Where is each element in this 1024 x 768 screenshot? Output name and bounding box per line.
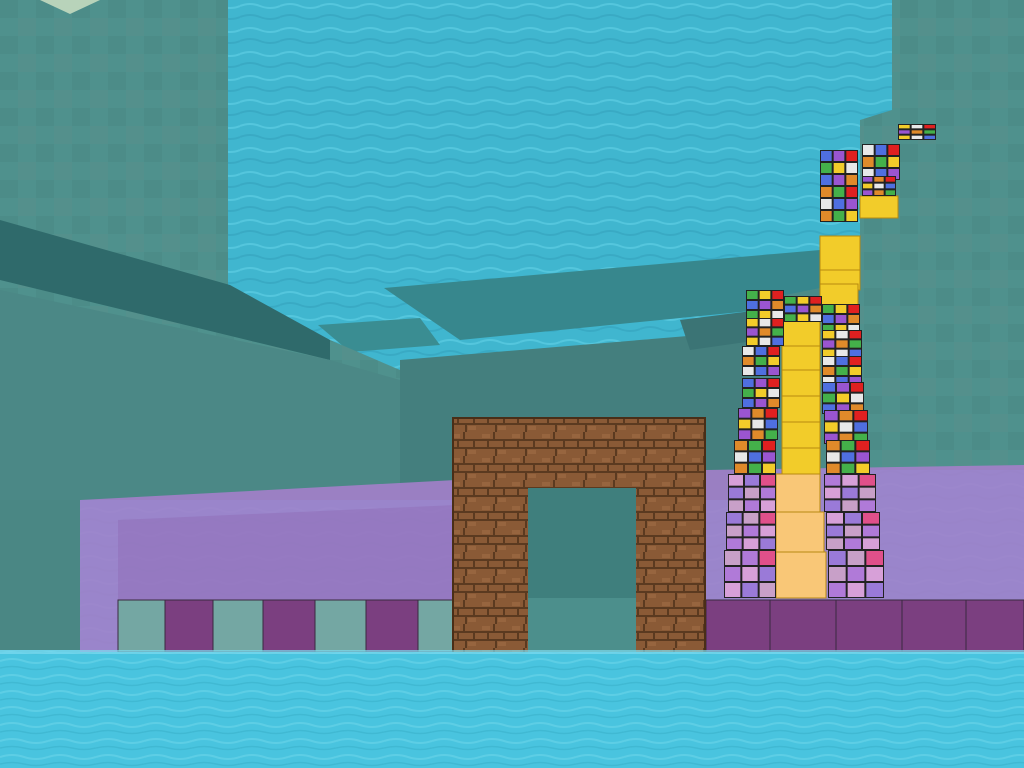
rubik-cube (784, 296, 822, 322)
gold-block (781, 317, 821, 349)
block-purple (705, 599, 771, 653)
rubik-cube (826, 512, 880, 550)
block-purple (835, 599, 903, 653)
rubik-cube (822, 356, 862, 386)
gold-block (775, 473, 821, 513)
dirt-portal-frame (452, 417, 706, 657)
rubik-cube (862, 176, 896, 196)
rubik-cube (824, 474, 876, 512)
rubik-cube (742, 346, 780, 376)
rubik-cube (828, 550, 884, 598)
block-purple (262, 599, 316, 653)
rubik-cube (724, 550, 776, 598)
gold-block (819, 283, 859, 307)
rubik-cube (728, 474, 776, 512)
rubik-cube (820, 186, 858, 222)
gold-block (859, 195, 899, 219)
gold-block (781, 369, 821, 397)
rubik-cube (824, 410, 868, 444)
gold-block (775, 511, 825, 553)
block-prismarine (314, 599, 367, 653)
rubik-cube (738, 408, 778, 440)
purple-glass-inner (118, 505, 456, 604)
rubik-cube (826, 440, 870, 474)
gold-block (819, 235, 861, 271)
world-view (0, 0, 1024, 768)
rubik-cube (898, 124, 936, 140)
rubik-cube (862, 144, 900, 180)
block-purple (901, 599, 967, 653)
gold-block (781, 447, 821, 475)
block-purple (365, 599, 419, 653)
rubik-cube (820, 150, 858, 186)
gold-block (775, 551, 827, 599)
rubik-cube (746, 290, 784, 320)
left-wall-pillar (0, 500, 80, 650)
rubik-cube (742, 378, 780, 408)
gold-block (781, 345, 821, 371)
block-prismarine (117, 599, 166, 653)
water-surface-edge (0, 650, 1024, 654)
rubik-cube (822, 382, 864, 414)
water-surface (0, 652, 1024, 768)
rubik-cube (726, 512, 776, 550)
rubik-cube (734, 440, 776, 474)
game-viewport[interactable] (0, 0, 1024, 768)
block-purple (164, 599, 214, 653)
rubik-cube (746, 318, 784, 346)
rubik-cube (822, 330, 862, 358)
block-prismarine (212, 599, 264, 653)
block-purple (769, 599, 837, 653)
rubik-cube (822, 304, 860, 334)
block-prismarine (417, 599, 455, 653)
block-purple (965, 599, 1024, 653)
gold-block (781, 421, 821, 449)
gold-block (781, 395, 821, 423)
